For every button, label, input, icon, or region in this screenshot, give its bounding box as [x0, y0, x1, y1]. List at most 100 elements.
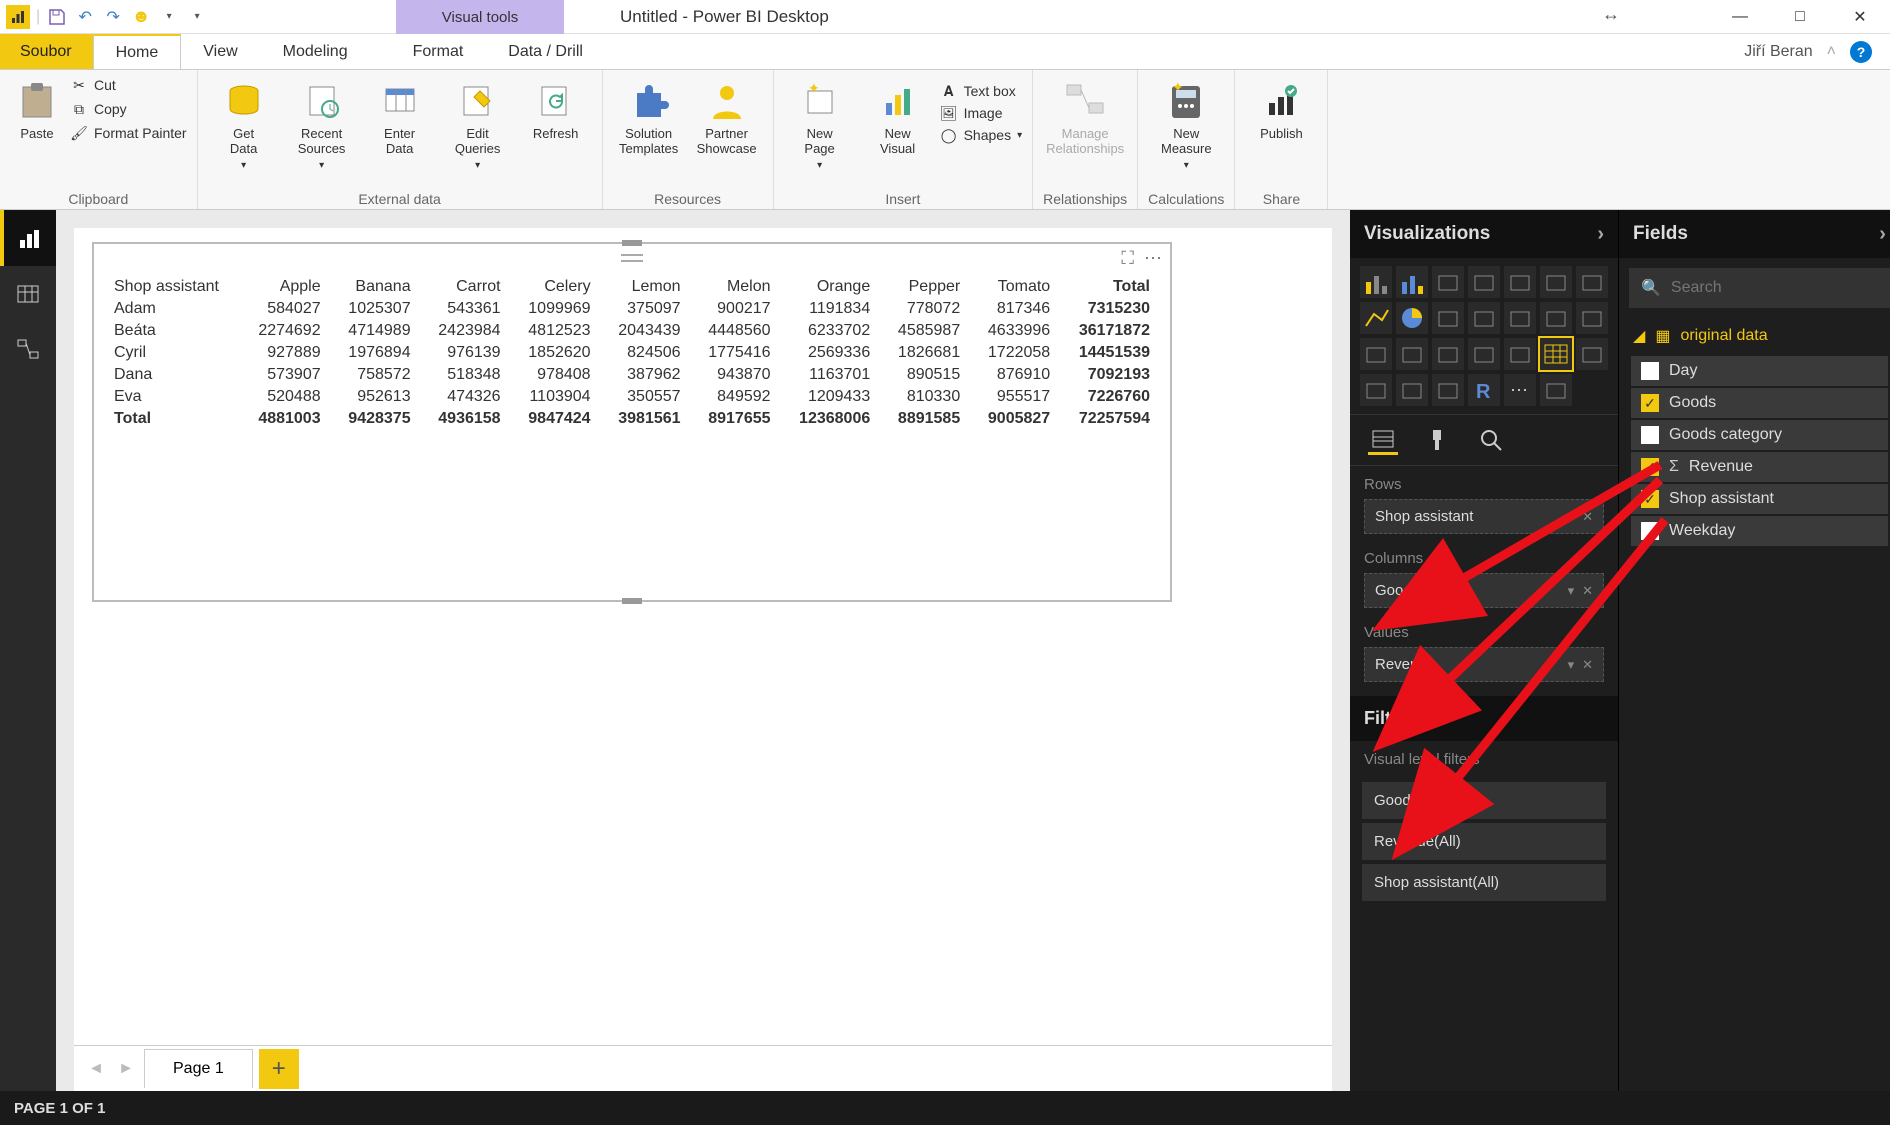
viz-type-icon[interactable] — [1468, 302, 1500, 334]
field-row[interactable]: ✓Goods — [1631, 388, 1888, 418]
undo-icon[interactable]: ↶ — [74, 6, 96, 28]
qat-customize-icon[interactable]: ▾ — [186, 6, 208, 28]
viz-type-icon[interactable] — [1396, 374, 1428, 406]
manage-relationships-button[interactable]: Manage Relationships — [1049, 76, 1121, 156]
text-box-button[interactable]: 𝐀Text box — [940, 82, 1023, 100]
viz-type-icon[interactable] — [1432, 374, 1464, 406]
tab-file[interactable]: Soubor — [0, 34, 93, 69]
viz-type-icon[interactable] — [1396, 266, 1428, 298]
viz-type-icon[interactable] — [1432, 266, 1464, 298]
viz-type-icon[interactable] — [1468, 338, 1500, 370]
checkbox-icon[interactable] — [1641, 362, 1659, 380]
viz-type-icon[interactable]: R — [1468, 374, 1500, 406]
save-icon[interactable] — [46, 6, 68, 28]
user-name[interactable]: Jiří Beran — [1744, 43, 1812, 61]
filter-item[interactable]: Goods(All) — [1362, 782, 1606, 819]
enter-data-button[interactable]: Enter Data — [364, 76, 436, 171]
page-next-button[interactable]: ► — [114, 1057, 138, 1081]
collapse-ribbon-icon[interactable]: ˄ — [1827, 43, 1836, 61]
viz-type-icon[interactable] — [1396, 302, 1428, 334]
data-view-button[interactable] — [0, 266, 56, 322]
viz-type-icon[interactable] — [1540, 338, 1572, 370]
publish-button[interactable]: Publish — [1245, 76, 1317, 141]
redo-icon[interactable]: ↷ — [102, 6, 124, 28]
rows-item[interactable]: Shop assistant▾✕ — [1364, 499, 1604, 534]
viz-type-icon[interactable] — [1360, 338, 1392, 370]
viz-type-icon[interactable] — [1360, 302, 1392, 334]
tab-data-drill[interactable]: Data / Drill — [486, 34, 606, 69]
image-button[interactable]: 🖼Image — [940, 104, 1023, 122]
analytics-tab-icon[interactable] — [1476, 425, 1506, 455]
edit-queries-button[interactable]: Edit Queries▾ — [442, 76, 514, 171]
checkbox-icon[interactable] — [1641, 522, 1659, 540]
page-tab-1[interactable]: Page 1 — [144, 1049, 253, 1088]
checkbox-checked-icon[interactable]: ✓ — [1641, 490, 1659, 508]
maximize-button[interactable]: □ — [1770, 0, 1830, 34]
chevron-down-icon[interactable]: ▾ — [1568, 583, 1575, 599]
paste-button[interactable]: Paste — [1, 76, 73, 141]
cut-button[interactable]: ✂Cut — [70, 76, 187, 94]
minimize-button[interactable]: — — [1710, 0, 1770, 34]
viz-type-icon[interactable] — [1540, 374, 1572, 406]
help-icon[interactable]: ? — [1850, 41, 1872, 63]
copy-button[interactable]: ⧉Copy — [70, 100, 187, 118]
partner-showcase-button[interactable]: Partner Showcase — [691, 76, 763, 156]
focus-mode-icon[interactable]: ⛶ — [1121, 248, 1134, 269]
chevron-down-icon[interactable]: ▾ — [1568, 509, 1575, 525]
page-prev-button[interactable]: ◄ — [84, 1057, 108, 1081]
new-visual-button[interactable]: New Visual — [862, 76, 934, 171]
resize-handle-bottom[interactable] — [622, 598, 642, 604]
tab-format[interactable]: Format — [391, 34, 487, 69]
columns-item[interactable]: Goods▾✕ — [1364, 573, 1604, 608]
close-button[interactable]: ✕ — [1830, 0, 1890, 34]
qat-dropdown-icon[interactable]: ▾ — [158, 6, 180, 28]
viz-type-icon[interactable] — [1576, 338, 1608, 370]
smiley-icon[interactable]: ☻ — [130, 6, 152, 28]
viz-type-icon[interactable] — [1432, 338, 1464, 370]
solution-templates-button[interactable]: Solution Templates — [613, 76, 685, 156]
format-tab-icon[interactable] — [1422, 425, 1452, 455]
field-row[interactable]: Weekday — [1631, 516, 1888, 546]
checkbox-icon[interactable] — [1641, 426, 1659, 444]
field-row[interactable]: ✓ΣRevenue — [1631, 452, 1888, 482]
values-item[interactable]: Revenue▾✕ — [1364, 647, 1604, 682]
field-row[interactable]: ✓Shop assistant — [1631, 484, 1888, 514]
report-canvas[interactable]: ⛶ ⋯ Shop assistantAppleBananaCarrotCeler… — [74, 228, 1332, 1045]
resize-handle-icon[interactable]: ↔ — [1602, 4, 1620, 25]
search-input[interactable] — [1671, 279, 1878, 297]
viz-type-icon[interactable] — [1360, 374, 1392, 406]
drag-handle-icon[interactable] — [621, 254, 643, 262]
viz-type-icon[interactable] — [1540, 302, 1572, 334]
viz-panel-header[interactable]: Visualizations › — [1350, 210, 1618, 258]
chevron-down-icon[interactable]: ▾ — [1568, 657, 1575, 673]
viz-type-icon[interactable] — [1504, 266, 1536, 298]
remove-icon[interactable]: ✕ — [1582, 657, 1593, 673]
viz-type-icon[interactable] — [1540, 266, 1572, 298]
refresh-button[interactable]: Refresh — [520, 76, 592, 171]
filters-header[interactable]: Filters — [1350, 696, 1618, 741]
field-row[interactable]: Goods category — [1631, 420, 1888, 450]
chevron-right-icon[interactable]: › — [1879, 223, 1886, 246]
shapes-button[interactable]: ◯Shapes ▾ — [940, 126, 1023, 144]
more-options-icon[interactable]: ⋯ — [1144, 248, 1162, 269]
checkbox-checked-icon[interactable]: ✓ — [1641, 394, 1659, 412]
viz-type-icon[interactable] — [1576, 302, 1608, 334]
recent-sources-button[interactable]: Recent Sources▾ — [286, 76, 358, 171]
viz-type-icon[interactable] — [1360, 266, 1392, 298]
tab-modeling[interactable]: Modeling — [261, 34, 371, 69]
remove-icon[interactable]: ✕ — [1582, 509, 1593, 525]
viz-type-icon[interactable] — [1504, 338, 1536, 370]
viz-type-icon[interactable] — [1504, 302, 1536, 334]
add-page-button[interactable]: + — [259, 1049, 299, 1089]
chevron-right-icon[interactable]: › — [1597, 223, 1604, 246]
new-page-button[interactable]: ✦New Page▾ — [784, 76, 856, 171]
viz-type-icon[interactable] — [1396, 338, 1428, 370]
viz-type-icon[interactable]: ⋯ — [1504, 374, 1536, 406]
field-row[interactable]: Day — [1631, 356, 1888, 386]
report-view-button[interactable] — [0, 210, 56, 266]
viz-type-icon[interactable] — [1432, 302, 1464, 334]
fields-search[interactable]: 🔍 — [1629, 268, 1890, 308]
new-measure-button[interactable]: ✦New Measure▾ — [1150, 76, 1222, 171]
collapse-icon[interactable]: ◢ — [1633, 326, 1645, 346]
fields-tab-icon[interactable] — [1368, 425, 1398, 455]
